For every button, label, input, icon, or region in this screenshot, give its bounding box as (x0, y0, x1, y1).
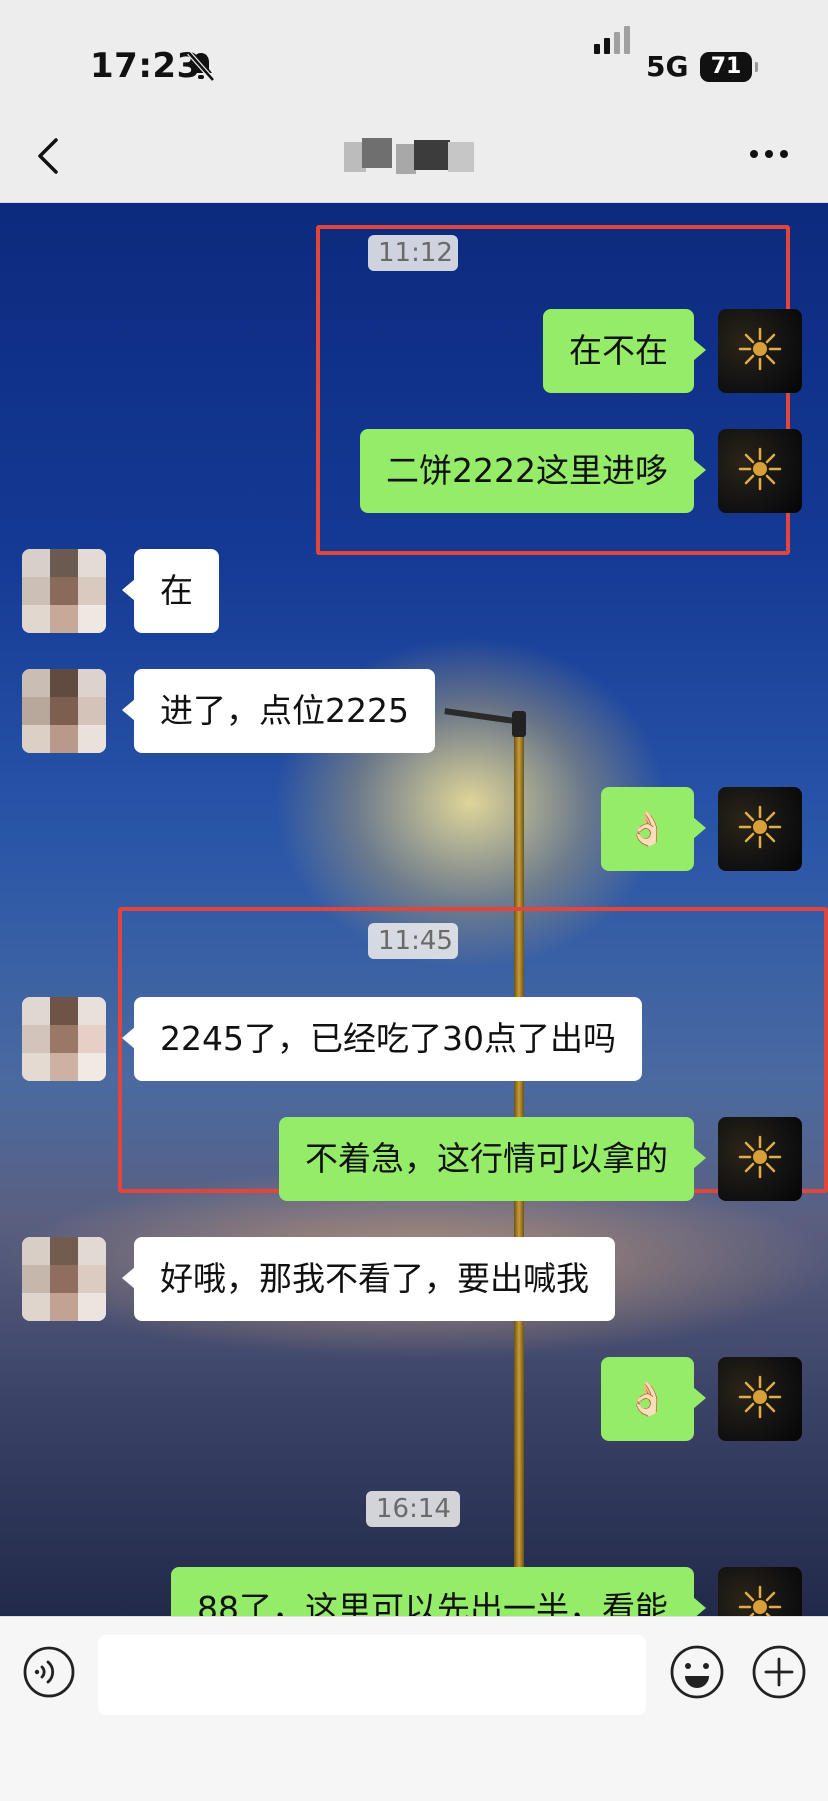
sun-avatar-icon (738, 447, 782, 491)
plus-icon[interactable] (750, 1643, 808, 1701)
message-bubble-received[interactable]: 在 (122, 549, 219, 633)
message-bubble-sent[interactable]: 👌🏻 (600, 787, 707, 871)
message-bubble-received[interactable]: 2245了，已经吃了30点了出吗 (122, 997, 642, 1081)
sun-avatar-icon (738, 327, 782, 371)
voice-icon[interactable] (22, 1645, 76, 1699)
avatar[interactable] (22, 997, 106, 1081)
avatar[interactable] (718, 309, 802, 393)
message-bubble-sent[interactable]: 👌🏻 (600, 1357, 707, 1441)
status-time: 17:23 (90, 46, 201, 86)
background-lamp-arm (444, 708, 523, 725)
avatar[interactable] (22, 1237, 106, 1321)
avatar[interactable] (718, 1567, 802, 1616)
message-bubble-received[interactable]: 好哦，那我不看了，要出喊我 (122, 1237, 615, 1321)
battery-icon: 71 (700, 52, 758, 82)
avatar[interactable] (718, 1357, 802, 1441)
chat-header (0, 110, 828, 203)
avatar[interactable] (22, 549, 106, 633)
sun-avatar-icon (738, 1375, 782, 1419)
sun-avatar-icon (738, 805, 782, 849)
background-lamp-head (512, 711, 526, 737)
message-bubble-sent[interactable]: 二饼2222这里进哆 (360, 429, 706, 513)
message-input-bar (0, 1616, 828, 1729)
message-timestamp: 16:14 (366, 1491, 460, 1527)
sun-avatar-icon (738, 1135, 782, 1179)
home-indicator-area (0, 1728, 828, 1801)
avatar[interactable] (718, 787, 802, 871)
emoji-icon[interactable] (668, 1643, 726, 1701)
network-type: 5G (646, 50, 689, 83)
message-timestamp: 11:45 (368, 923, 458, 959)
chat-message-list[interactable]: 11:12 在不在 二饼2222这里进哆 在 进了，点位2225 👌🏻 11:4… (0, 203, 828, 1616)
more-dots-icon[interactable] (750, 150, 790, 160)
battery-level: 71 (710, 54, 742, 79)
message-bubble-sent[interactable]: 在不在 (543, 309, 706, 393)
contact-name-redacted[interactable] (344, 138, 484, 174)
sun-avatar-icon (738, 1585, 782, 1616)
bell-slash-icon (187, 51, 215, 82)
message-bubble-sent[interactable]: 88了，这里可以先出一半，看能 (171, 1567, 706, 1616)
message-bubble-received[interactable]: 进了，点位2225 (122, 669, 435, 753)
avatar[interactable] (718, 429, 802, 513)
avatar[interactable] (718, 1117, 802, 1201)
message-text-input[interactable] (98, 1635, 646, 1715)
chevron-left-icon[interactable] (28, 134, 68, 178)
message-timestamp: 11:12 (368, 235, 458, 271)
avatar[interactable] (22, 669, 106, 753)
message-bubble-sent[interactable]: 不着急，这行情可以拿的 (279, 1117, 706, 1201)
